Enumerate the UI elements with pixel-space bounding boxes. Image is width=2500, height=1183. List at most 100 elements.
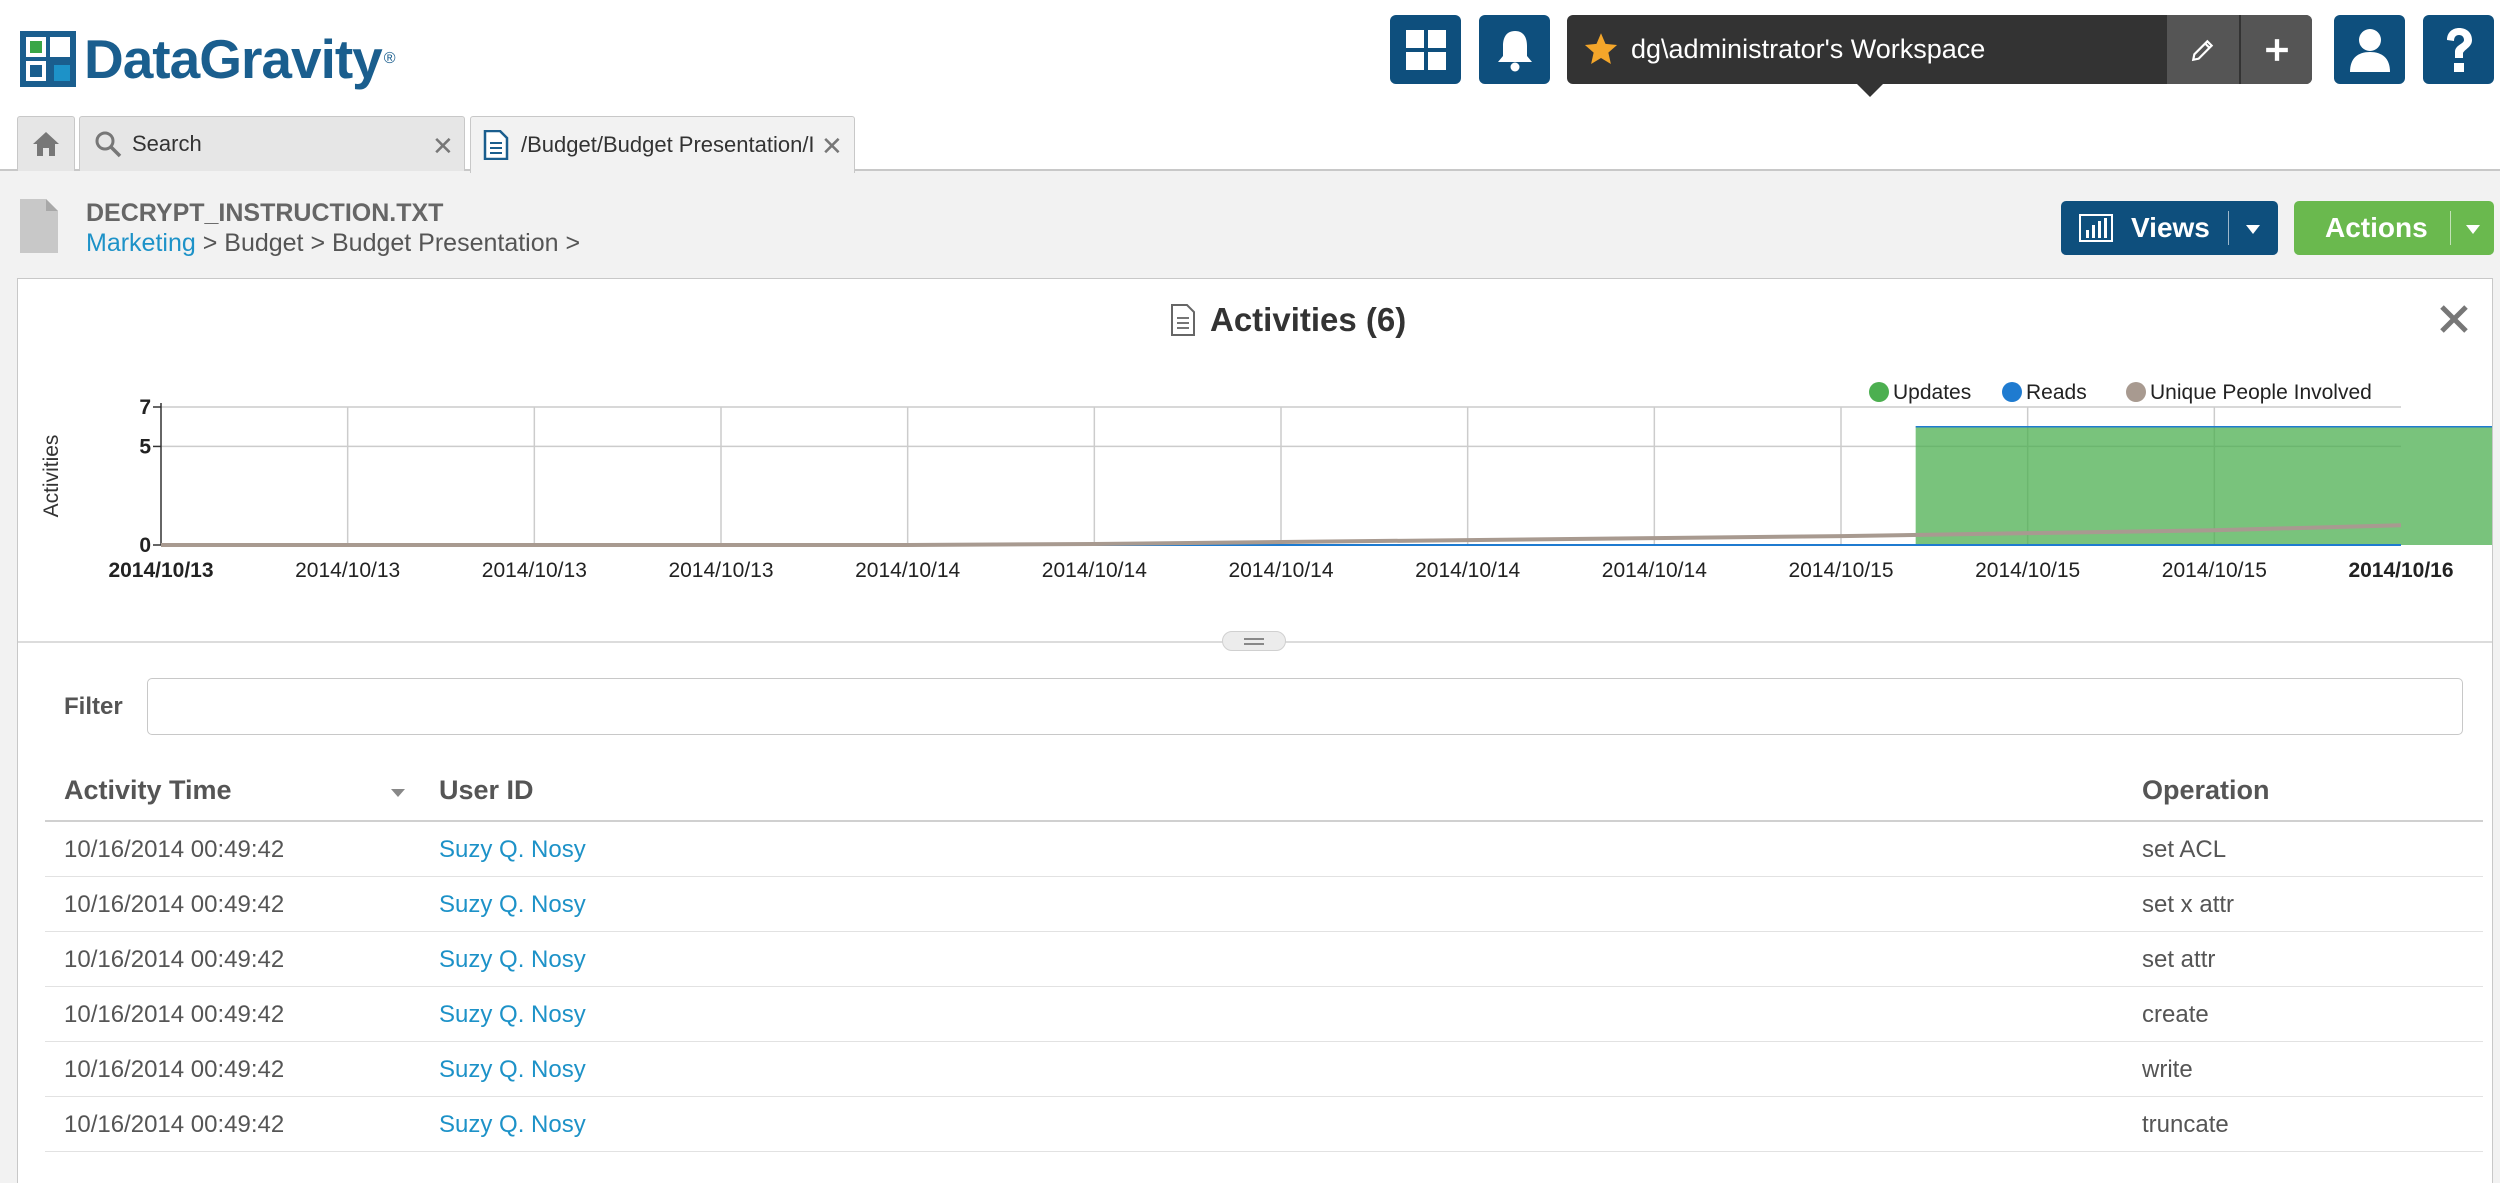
activity-time-cell: 10/16/2014 00:49:42 (64, 1001, 285, 1028)
close-panel-icon[interactable] (2438, 303, 2470, 335)
column-header-user-id[interactable]: User ID (439, 775, 534, 806)
legend-label: Reads (2026, 381, 2087, 404)
dashboard-button[interactable] (1390, 15, 1461, 84)
views-button-separator (2228, 211, 2229, 245)
panel-title-text: Activities (6) (1210, 301, 1407, 338)
bell-icon (1497, 30, 1532, 71)
user-id-link[interactable]: Suzy Q. Nosy (439, 1097, 586, 1152)
table-row[interactable]: 10/16/2014 00:49:42 Suzy Q. Nosy create (45, 987, 2483, 1042)
logo-mark-icon (18, 29, 78, 89)
tab-search[interactable]: Search ✕ (79, 116, 465, 171)
x-tick-label: 2014/10/14 (855, 559, 960, 582)
tab-bar: Search ✕ /Budget/Budget Presentation/I ✕ (0, 112, 2500, 173)
user-id-link[interactable]: Suzy Q. Nosy (439, 822, 586, 877)
actions-button[interactable]: Actions (2294, 201, 2494, 255)
x-tick-label: 2014/10/14 (1042, 559, 1147, 582)
activity-time-cell: 10/16/2014 00:49:42 (64, 891, 285, 918)
star-icon[interactable] (1583, 31, 1619, 67)
activities-panel: Activities (6) Activities 0 5 7 2014/10/13 20… (17, 278, 2493, 1183)
table-row[interactable]: 10/16/2014 00:49:42 Suzy Q. Nosy set attr (45, 932, 2483, 987)
workspace-caret (1857, 84, 1883, 97)
activity-time-cell: 10/16/2014 00:49:42 (64, 1056, 285, 1083)
tab-document[interactable]: /Budget/Budget Presentation/I ✕ (470, 116, 855, 173)
user-id-link[interactable]: Suzy Q. Nosy (439, 877, 586, 932)
tab-home[interactable] (17, 116, 75, 171)
file-icon (20, 199, 58, 253)
workspace-label[interactable]: dg\administrator's Workspace (1631, 15, 1985, 84)
x-tick-label: 2014/10/13 (108, 559, 213, 582)
activities-chart: Activities 0 5 7 2014/10/13 2014/10/13 2014/10… (40, 381, 2492, 582)
resize-handle[interactable] (1222, 631, 1286, 651)
operation-cell: create (2142, 1001, 2209, 1028)
datagravity-logo[interactable]: DataGravity ® (18, 27, 396, 91)
notifications-button[interactable] (1479, 15, 1550, 84)
column-header-activity-time[interactable]: Activity Time (64, 775, 232, 806)
legend-label: Updates (1893, 381, 1971, 404)
home-icon (33, 132, 59, 156)
table-row[interactable]: 10/16/2014 00:49:42 Suzy Q. Nosy set x att… (45, 877, 2483, 932)
activity-time-cell: 10/16/2014 00:49:42 (64, 836, 285, 863)
activity-time-cell: 10/16/2014 00:49:42 (64, 946, 285, 973)
sort-descending-icon[interactable] (391, 789, 405, 797)
x-tick-label: 2014/10/14 (1228, 559, 1333, 582)
user-id-link[interactable]: Suzy Q. Nosy (439, 932, 586, 987)
operation-cell: write (2142, 1056, 2193, 1083)
document-icon (1171, 304, 1195, 336)
help-button[interactable] (2423, 15, 2494, 84)
x-tick-label: 2014/10/15 (2162, 559, 2267, 582)
x-tick-label: 2014/10/14 (1415, 559, 1520, 582)
file-name: DECRYPT_INSTRUCTION.TXT (86, 199, 444, 227)
edit-workspace-button[interactable] (2167, 15, 2239, 84)
bar-chart-icon (2079, 214, 2113, 242)
column-header-operation[interactable]: Operation (2142, 775, 2270, 806)
tab-document-label: /Budget/Budget Presentation/I (521, 132, 815, 157)
activity-time-cell: 10/16/2014 00:49:42 (64, 1111, 285, 1138)
add-workspace-button[interactable] (2241, 15, 2312, 84)
breadcrumb: Marketing > Budget > Budget Presentation… (86, 229, 580, 258)
search-icon (95, 131, 122, 158)
close-search-tab-icon[interactable]: ✕ (432, 131, 454, 162)
user-id-link[interactable]: Suzy Q. Nosy (439, 1042, 586, 1097)
x-tick-label: 2014/10/13 (668, 559, 773, 582)
operation-cell: set attr (2142, 946, 2216, 973)
breadcrumb-path: > Budget > Budget Presentation > (202, 229, 581, 257)
views-button[interactable]: Views (2061, 201, 2278, 255)
actions-dropdown-icon[interactable] (2466, 225, 2480, 234)
y-tick-label: 5 (139, 435, 151, 458)
table-row[interactable]: 10/16/2014 00:49:42 Suzy Q. Nosy truncate (45, 1097, 2483, 1152)
operation-cell: set x attr (2142, 891, 2235, 918)
actions-button-label: Actions (2325, 212, 2428, 243)
logo-trademark: ® (383, 50, 396, 67)
operation-cell: set ACL (2142, 836, 2227, 863)
user-profile-button[interactable] (2334, 15, 2405, 84)
question-icon (2446, 27, 2472, 72)
workspace-selector[interactable]: dg\administrator's Workspace (1567, 15, 2312, 84)
x-tick-label: 2014/10/15 (1788, 559, 1893, 582)
legend-marker (1869, 382, 1889, 402)
legend-marker (2002, 382, 2022, 402)
filter-input[interactable] (147, 678, 2463, 735)
legend-label: Unique People Involved (2150, 381, 2372, 404)
updates-area (1915, 426, 2492, 545)
x-tick-label: 2014/10/13 (295, 559, 400, 582)
table-row[interactable]: 10/16/2014 00:49:42 Suzy Q. Nosy write (45, 1042, 2483, 1097)
user-icon (2349, 28, 2390, 72)
y-tick-label: 0 (139, 534, 151, 557)
operation-cell: truncate (2142, 1111, 2229, 1138)
x-tick-label: 2014/10/14 (1602, 559, 1707, 582)
user-id-link[interactable]: Suzy Q. Nosy (439, 987, 586, 1042)
views-dropdown-icon[interactable] (2246, 225, 2260, 234)
tab-search-label: Search (132, 131, 202, 156)
table-row[interactable]: 10/16/2014 00:49:42 Suzy Q. Nosy set ACL (45, 822, 2483, 877)
x-tick-label: 2014/10/15 (1975, 559, 2080, 582)
logo-text: DataGravity (84, 28, 383, 90)
breadcrumb-marketing-link[interactable]: Marketing (86, 229, 196, 257)
legend-marker (2126, 382, 2146, 402)
actions-button-separator (2450, 211, 2451, 245)
panel-title: Activities (6) (1170, 301, 1406, 339)
filter-label: Filter (64, 693, 123, 720)
plus-icon (2265, 38, 2288, 61)
x-tick-label: 2014/10/13 (482, 559, 587, 582)
close-document-tab-icon[interactable]: ✕ (821, 131, 843, 162)
pencil-icon (2191, 39, 2214, 61)
